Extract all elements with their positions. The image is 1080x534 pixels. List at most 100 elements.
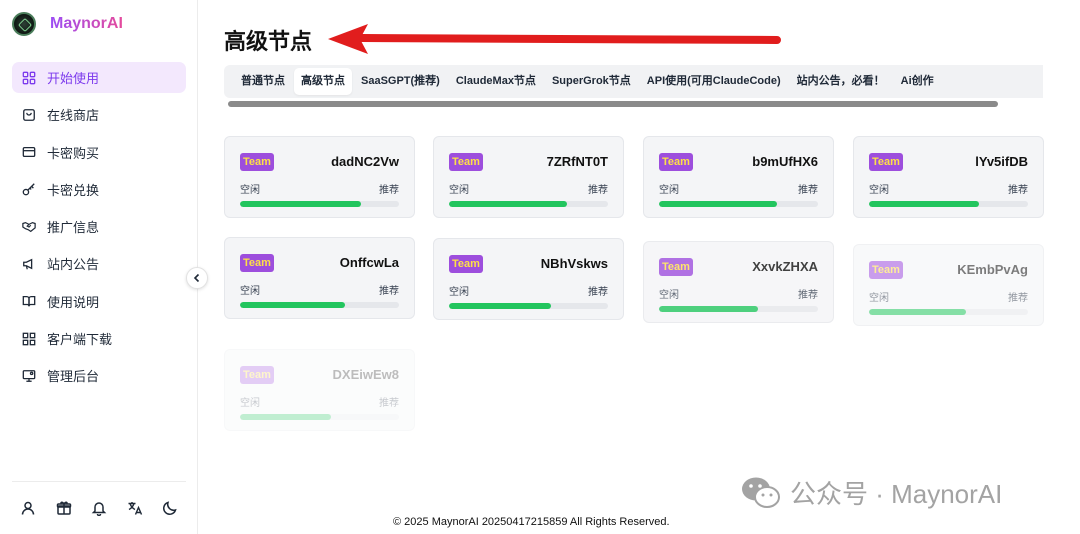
usage-fill (449, 201, 567, 207)
translate-icon[interactable] (127, 500, 143, 516)
usage-fill (869, 309, 966, 315)
sidebar-item-label: 客户端下载 (47, 332, 113, 348)
sidebar-item-label: 卡密购买 (47, 145, 100, 161)
usage-fill (240, 201, 361, 207)
usage-bar (659, 201, 818, 207)
tab-claudemax[interactable]: ClaudeMax节点 (449, 68, 543, 95)
usage-fill (659, 201, 777, 207)
usage-bar (449, 201, 608, 207)
node-card[interactable]: Team b9mUfHX6 空闲 推荐 (643, 136, 834, 218)
node-card[interactable]: Team NBhVskws 空闲 推荐 (433, 238, 624, 320)
node-status: 空闲 (659, 185, 679, 196)
moon-icon[interactable] (162, 500, 178, 516)
node-status: 空闲 (449, 287, 469, 298)
sidebar-item-label: 开始使用 (47, 71, 100, 86)
team-badge: Team (240, 254, 274, 272)
tab-ai-creation[interactable]: Ai创作 (894, 68, 941, 95)
usage-bar (449, 303, 608, 309)
credit-card-icon (22, 145, 36, 159)
watermark-text: 公众号 · MaynorAI (790, 479, 1003, 509)
team-badge: Team (449, 153, 483, 171)
node-status: 空闲 (240, 185, 260, 196)
usage-bar (869, 309, 1028, 315)
red-arrow-annotation (328, 24, 781, 54)
usage-bar (240, 414, 399, 420)
usage-bar (240, 201, 399, 207)
grid-icon (22, 71, 36, 85)
sidebar-item-admin[interactable]: 管理后台 (12, 360, 186, 391)
tab-api[interactable]: API使用(可用ClaudeCode) (640, 68, 788, 95)
node-card[interactable]: Team XxvkZHXA 空闲 推荐 (643, 241, 834, 323)
node-code: lYv5ifDB (975, 154, 1028, 169)
node-card[interactable]: Team 7ZRfNT0T 空闲 推荐 (433, 136, 624, 218)
recommend-tag: 推荐 (798, 290, 818, 301)
recommend-tag: 推荐 (379, 185, 399, 196)
megaphone-icon (22, 257, 36, 271)
sidebar-collapse-button[interactable] (186, 267, 208, 289)
node-card[interactable]: Team KEmbPvAg 空闲 推荐 (853, 244, 1044, 326)
shopping-bag-icon (22, 108, 36, 122)
copyright: © 2025 MaynorAI 20250417215859 All Right… (393, 516, 670, 528)
sidebar-nav: 开始使用 在线商店 卡密购买 卡密兑换 推广信息 站内公告 使用说明 客户端下载… (12, 62, 186, 398)
sidebar-item-store[interactable]: 在线商店 (12, 99, 186, 130)
sidebar-item-guide[interactable]: 使用说明 (12, 286, 186, 317)
tab-supergrok[interactable]: SuperGrok节点 (545, 68, 638, 95)
node-status: 空闲 (449, 185, 469, 196)
team-badge: Team (240, 153, 274, 171)
recommend-tag: 推荐 (588, 287, 608, 298)
tab-normal-nodes[interactable]: 普通节点 (234, 68, 292, 95)
node-status: 空闲 (659, 290, 679, 301)
sidebar-item-download[interactable]: 客户端下载 (12, 323, 186, 354)
sidebar-item-label: 站内公告 (47, 257, 100, 273)
team-badge: Team (869, 261, 903, 279)
bell-icon[interactable] (91, 500, 107, 516)
sidebar-item-buy-card[interactable]: 卡密购买 (12, 137, 186, 168)
monitor-settings-icon (22, 369, 36, 383)
node-card[interactable]: Team DXEiwEw8 空闲 推荐 (224, 349, 415, 431)
apps-icon (22, 332, 36, 346)
wechat-icon (742, 477, 780, 508)
node-card[interactable]: Team lYv5ifDB 空闲 推荐 (853, 136, 1044, 218)
sidebar-item-label: 管理后台 (47, 369, 100, 385)
team-badge: Team (659, 153, 693, 171)
node-status: 空闲 (240, 398, 260, 409)
sidebar-item-label: 在线商店 (47, 108, 100, 124)
node-code: DXEiwEw8 (332, 367, 399, 382)
brand[interactable]: MaynorAI (12, 12, 123, 36)
node-code: b9mUfHX6 (752, 154, 818, 169)
node-status: 空闲 (240, 286, 260, 297)
usage-fill (869, 201, 979, 207)
brand-name: MaynorAI (50, 15, 123, 32)
sidebar-item-label: 推广信息 (47, 220, 100, 236)
book-icon (22, 294, 36, 308)
tab-premium-nodes[interactable]: 高级节点 (294, 68, 352, 95)
sidebar-item-promotion[interactable]: 推广信息 (12, 211, 186, 242)
tab-saasgpt[interactable]: SaaSGPT(推荐) (354, 68, 447, 95)
node-card[interactable]: Team dadNC2Vw 空闲 推荐 (224, 136, 415, 218)
handshake-icon (22, 220, 36, 234)
node-code: dadNC2Vw (331, 154, 399, 169)
node-code: NBhVskws (540, 256, 608, 271)
sidebar-item-label: 使用说明 (47, 294, 100, 310)
team-badge: Team (869, 153, 903, 171)
gift-icon[interactable] (56, 500, 72, 516)
node-code: 7ZRfNT0T (546, 154, 608, 169)
usage-fill (240, 414, 331, 420)
node-code: KEmbPvAg (957, 262, 1028, 277)
node-status: 空闲 (869, 185, 889, 196)
tabs-scrollbar[interactable] (228, 101, 998, 107)
node-card[interactable]: Team OnffcwLa 空闲 推荐 (224, 237, 415, 319)
usage-fill (659, 306, 758, 312)
sidebar-item-redeem[interactable]: 卡密兑换 (12, 174, 186, 205)
team-badge: Team (240, 366, 274, 384)
recommend-tag: 推荐 (1008, 185, 1028, 196)
sidebar: MaynorAI 开始使用 在线商店 卡密购买 卡密兑换 推广信息 站内公告 使… (0, 0, 198, 534)
sidebar-item-start[interactable]: 开始使用 (12, 62, 186, 93)
recommend-tag: 推荐 (798, 185, 818, 196)
user-icon[interactable] (20, 500, 36, 516)
sidebar-item-announcement[interactable]: 站内公告 (12, 248, 186, 279)
tab-announcement[interactable]: 站内公告，必看！ (790, 68, 892, 95)
sidebar-item-label: 卡密兑换 (47, 182, 100, 198)
brand-logo-icon (12, 12, 36, 36)
recommend-tag: 推荐 (379, 286, 399, 297)
